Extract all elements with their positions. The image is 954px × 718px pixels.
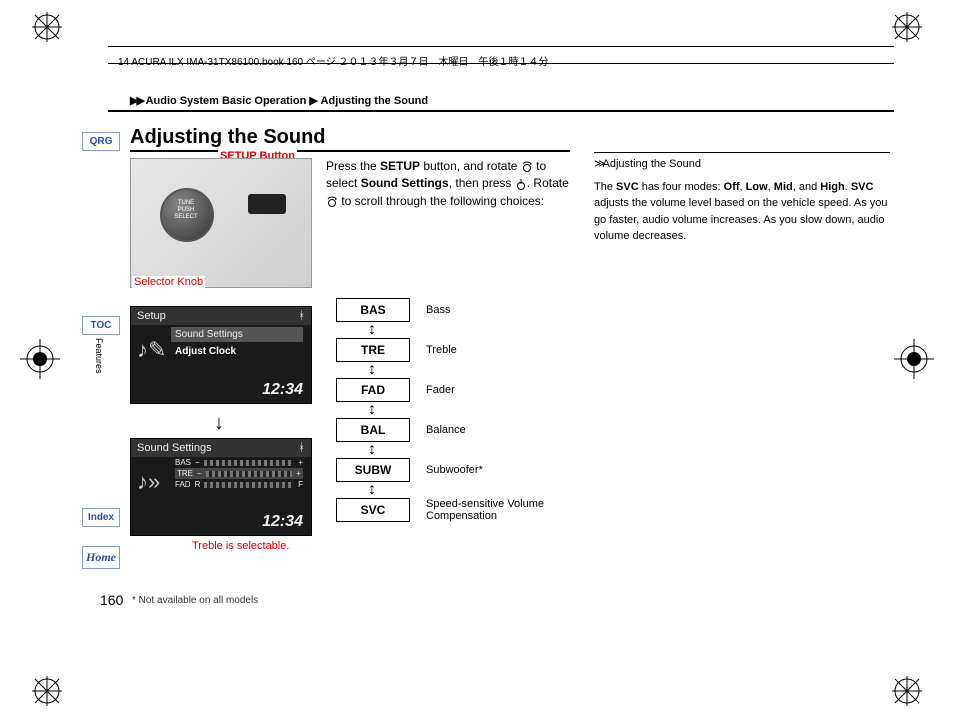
flow-box-subw: SUBW	[336, 458, 410, 482]
settings-flow: BASBass↕TRETreble↕FADFader↕BALBalance↕SU…	[336, 298, 576, 522]
flow-box-tre: TRE	[336, 338, 410, 362]
music-wrench-icon: ♪✎	[137, 337, 166, 363]
crop-mark-icon	[890, 674, 924, 708]
doc-header-text: 14 ACURA ILX IMA-31TX86100.book 160 ページ …	[118, 53, 548, 68]
flow-box-svc: SVC	[336, 498, 410, 522]
breadcrumb-level-1: Audio System Basic Operation	[146, 95, 307, 107]
nav-home-button[interactable]: Home	[82, 546, 120, 569]
callout-treble-selectable: Treble is selectable.	[192, 540, 289, 552]
screen-title: Sound Settings	[137, 442, 212, 454]
sidebar-note: ≫Adjusting the Sound The SVC has four mo…	[594, 152, 890, 245]
page-number: 160	[100, 592, 123, 608]
flow-box-fad: FAD	[336, 378, 410, 402]
rule	[130, 150, 570, 152]
breadcrumb-level-2: Adjusting the Sound	[321, 95, 429, 107]
callout-selector-knob: Selector Knob	[132, 276, 205, 288]
clock-readout: 12:34	[262, 513, 303, 531]
nav-index-button[interactable]: Index	[82, 508, 120, 527]
note-marker-icon: ≫	[594, 158, 603, 170]
breadcrumb-sep-icon: ▶	[309, 95, 317, 107]
page-title: Adjusting the Sound	[130, 126, 326, 149]
breadcrumb: ▶▶ Audio System Basic Operation ▶ Adjust…	[130, 94, 428, 107]
clock-readout: 12:34	[262, 381, 303, 399]
menu-item-adjust-clock: Adjust Clock	[171, 344, 303, 359]
flow-label: Treble	[426, 344, 576, 356]
rule	[108, 46, 894, 47]
updown-arrow-icon: ↕	[336, 403, 408, 417]
flow-label: Fader	[426, 384, 576, 396]
sidebar-body: The SVC has four modes: Off, Low, Mid, a…	[594, 179, 890, 245]
slider-label: TRE	[177, 469, 193, 478]
flow-label: Speed-sensitive Volume Compensation	[426, 498, 576, 522]
rotate-knob-icon	[521, 161, 533, 173]
side-tab-features: Features	[94, 338, 104, 374]
rule	[108, 110, 894, 112]
slider-label: FAD	[175, 480, 191, 489]
registration-mark-icon	[20, 339, 60, 379]
music-icon: ♪»	[137, 469, 160, 495]
flow-label: Balance	[426, 424, 576, 436]
slider-label: BAS	[175, 458, 191, 467]
nav-toc-button[interactable]: TOC	[82, 316, 120, 335]
flow-box-bas: BAS	[336, 298, 410, 322]
bluetooth-icon: ᚼ	[298, 442, 305, 454]
body-paragraph: Press the SETUP button, and rotate to se…	[326, 158, 574, 210]
flow-box-bal: BAL	[336, 418, 410, 442]
sidebar-heading: Adjusting the Sound	[603, 158, 701, 170]
rotate-knob-icon	[326, 196, 338, 208]
screen-title: Setup	[137, 310, 166, 322]
footnote: * Not available on all models	[132, 595, 258, 606]
crop-mark-icon	[30, 674, 64, 708]
updown-arrow-icon: ↕	[336, 443, 408, 457]
bluetooth-icon: ᚼ	[298, 310, 305, 322]
down-arrow-icon: ↓	[214, 412, 224, 435]
breadcrumb-arrows-icon: ▶▶	[130, 95, 143, 107]
display-setup-screen: Setup ᚼ ♪✎ Sound Settings Adjust Clock 12…	[130, 306, 312, 404]
crop-mark-icon	[890, 10, 924, 44]
updown-arrow-icon: ↕	[336, 363, 408, 377]
nav-qrg-button[interactable]: QRG	[82, 132, 120, 151]
setup-button-icon	[248, 194, 286, 214]
dashboard-photo	[130, 158, 312, 288]
updown-arrow-icon: ↕	[336, 323, 408, 337]
crop-mark-icon	[30, 10, 64, 44]
flow-label: Bass	[426, 304, 576, 316]
press-knob-icon	[515, 178, 527, 190]
menu-item-sound-settings: Sound Settings	[171, 327, 303, 342]
rule	[108, 63, 894, 64]
registration-mark-icon	[894, 339, 934, 379]
flow-label: Subwoofer*	[426, 464, 576, 476]
updown-arrow-icon: ↕	[336, 483, 408, 497]
knob-text: TUNEPUSHSELECT	[166, 200, 206, 221]
display-sound-settings-screen: Sound Settingsᚼ ♪» BAS−+ TRE−+ FADRF 12:…	[130, 438, 312, 536]
